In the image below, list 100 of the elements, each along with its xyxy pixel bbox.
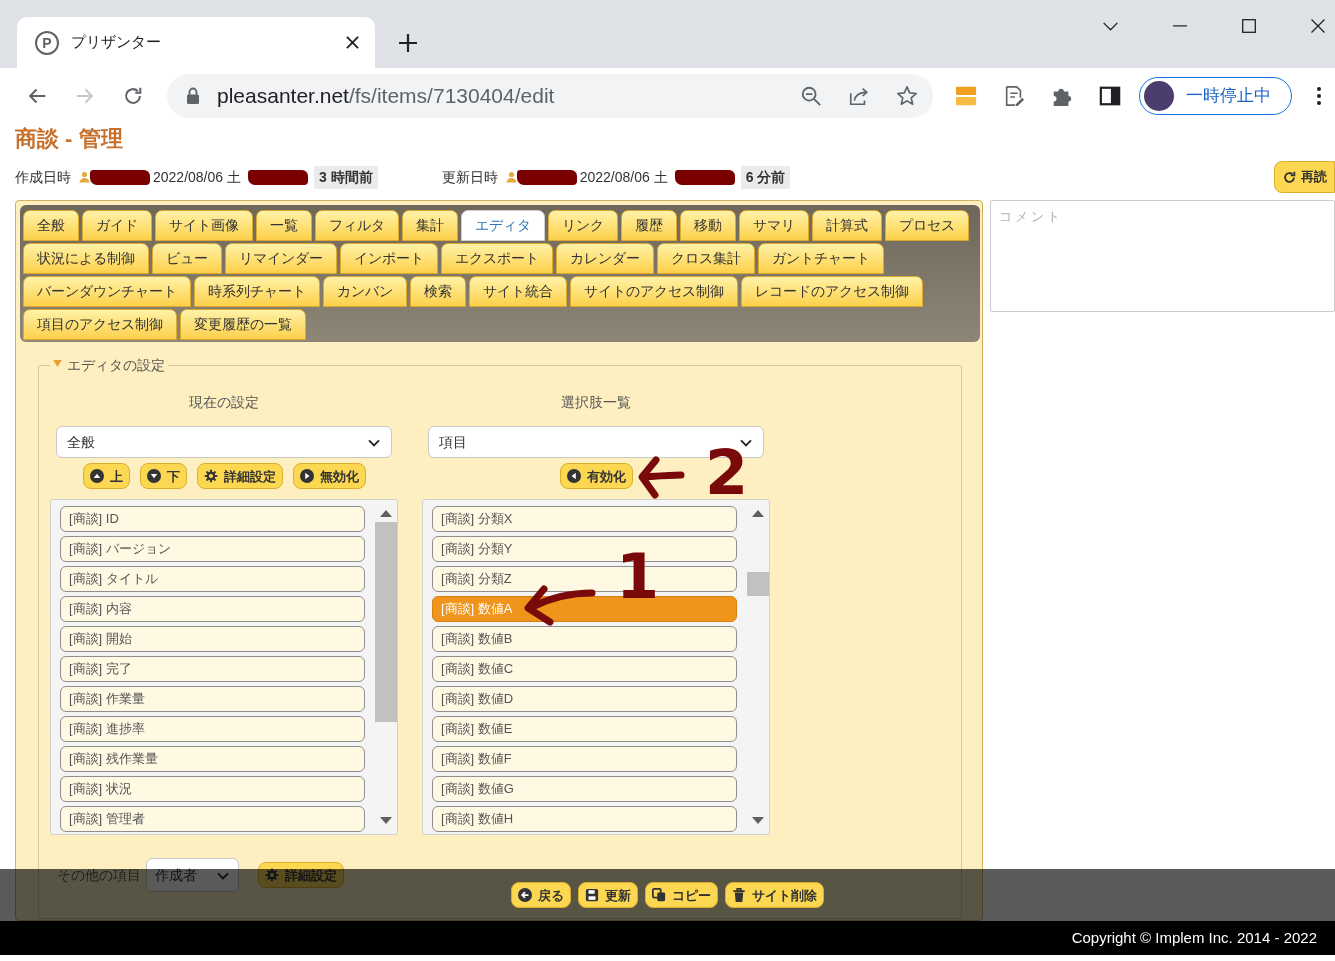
tab[interactable]: バーンダウンチャート xyxy=(23,276,191,307)
scroll-down-icon[interactable] xyxy=(752,817,764,824)
tab[interactable]: エクスポート xyxy=(441,243,553,274)
elapsed-time: 3 時間前 xyxy=(313,165,378,189)
tab[interactable]: カンバン xyxy=(323,276,407,307)
section-toggle[interactable]: エディタの設定 xyxy=(50,355,168,375)
list-item[interactable]: [商談] 数値D xyxy=(432,686,737,712)
tab[interactable]: サイト統合 xyxy=(469,276,567,307)
scroll-down-icon[interactable] xyxy=(380,817,392,824)
list-item[interactable]: [商談] 完了 xyxy=(60,656,365,682)
back-button[interactable]: 戻る xyxy=(511,882,571,908)
browser-tab[interactable]: P プリザンター xyxy=(17,17,375,68)
list-item[interactable]: [商談] 管理者 xyxy=(60,806,365,832)
tab[interactable]: 移動 xyxy=(680,210,736,241)
back-arrow-icon xyxy=(518,888,532,902)
tab[interactable]: インポート xyxy=(340,243,438,274)
list-item[interactable]: [商談] 数値B xyxy=(432,626,737,652)
lock-icon xyxy=(186,87,200,104)
copyright-text: Copyright © Implem Inc. 2014 - 2022 xyxy=(1071,927,1317,948)
scrollbar-thumb[interactable] xyxy=(747,572,769,596)
redaction-mark xyxy=(90,169,150,185)
avatar xyxy=(1144,80,1174,111)
hand-drawn-arrow xyxy=(637,454,685,500)
tab[interactable]: サマリ xyxy=(739,210,809,241)
list-item[interactable]: [商談] 内容 xyxy=(60,596,365,622)
tab[interactable]: リマインダー xyxy=(225,243,337,274)
column-heading: 現在の設定 xyxy=(188,393,260,412)
chevron-down-icon[interactable] xyxy=(1103,21,1118,31)
tab[interactable]: レコードのアクセス制御 xyxy=(741,276,923,307)
move-down-button[interactable]: 下 xyxy=(139,463,187,489)
tab[interactable]: プロセス xyxy=(885,210,969,241)
comment-field[interactable]: コメント xyxy=(990,200,1335,312)
settings-button[interactable]: 詳細設定 xyxy=(196,463,283,489)
tab[interactable]: リンク xyxy=(548,210,618,241)
person-icon xyxy=(505,171,517,183)
tab[interactable]: 計算式 xyxy=(812,210,882,241)
tab[interactable]: 履歴 xyxy=(621,210,677,241)
tab[interactable]: ガントチャート xyxy=(758,243,884,274)
tab[interactable]: サイト画像 xyxy=(155,210,253,241)
tab[interactable]: 集計 xyxy=(402,210,458,241)
side-panel-icon[interactable] xyxy=(1099,84,1121,107)
tab[interactable]: 検索 xyxy=(410,276,466,307)
tab[interactable]: 時系列チャート xyxy=(194,276,320,307)
delete-site-button[interactable]: サイト削除 xyxy=(725,882,824,908)
address-bar[interactable]: pleasanter.net/fs/items/7130404/edit xyxy=(167,73,933,118)
tab[interactable]: ガイド xyxy=(82,210,152,241)
disable-button[interactable]: 無効化 xyxy=(292,463,366,489)
tab[interactable]: ビュー xyxy=(152,243,222,274)
elapsed-time: 6 分前 xyxy=(740,165,791,189)
redaction-mark xyxy=(674,169,735,185)
copy-icon xyxy=(652,888,666,902)
maximize-icon[interactable] xyxy=(1242,19,1256,33)
move-up-button[interactable]: 上 xyxy=(82,463,130,489)
tab[interactable]: 一覧 xyxy=(256,210,312,241)
scrollbar-thumb[interactable] xyxy=(375,522,397,722)
tab[interactable]: 全般 xyxy=(23,210,79,241)
list-item[interactable]: [商談] 数値F xyxy=(432,746,737,772)
tab[interactable]: 変更履歴の一覧 xyxy=(180,309,306,340)
list-item[interactable]: [商談] 数値E xyxy=(432,716,737,742)
list-item[interactable]: [商談] タイトル xyxy=(60,566,365,592)
list-item[interactable]: [商談] 作業量 xyxy=(60,686,365,712)
list-item[interactable]: [商談] ID xyxy=(60,506,365,532)
menu-icon[interactable] xyxy=(1317,86,1321,105)
document-pencil-icon[interactable] xyxy=(1003,84,1025,107)
list-item[interactable]: [商談] 進捗率 xyxy=(60,716,365,742)
list-item[interactable]: [商談] 数値C xyxy=(432,656,737,682)
dropdown[interactable]: 全般 xyxy=(56,426,392,458)
copy-button[interactable]: コピー xyxy=(645,882,718,908)
tab[interactable]: カレンダー xyxy=(556,243,654,274)
tab[interactable]: クロス集計 xyxy=(657,243,755,274)
scroll-up-icon[interactable] xyxy=(752,510,764,517)
list-item[interactable]: [商談] 分類X xyxy=(432,506,737,532)
tab[interactable]: フィルタ xyxy=(315,210,399,241)
info-label: 更新日時 xyxy=(441,167,498,187)
reload-button[interactable]: 再読 xyxy=(1274,161,1335,193)
zoom-out-icon[interactable] xyxy=(800,84,822,107)
list-item[interactable]: [商談] 数値H xyxy=(432,806,737,832)
plus-icon[interactable] xyxy=(399,33,417,52)
star-icon[interactable] xyxy=(896,84,918,107)
tab-title: プリザンター xyxy=(71,32,162,53)
enable-button[interactable]: 有効化 xyxy=(559,463,633,489)
tab[interactable]: 状況による制御 xyxy=(23,243,149,274)
list-item[interactable]: [商談] バージョン xyxy=(60,536,365,562)
url-text: pleasanter.net/fs/items/7130404/edit xyxy=(217,82,555,109)
close-icon[interactable] xyxy=(346,36,359,49)
list-item[interactable]: [商談] 数値G xyxy=(432,776,737,802)
tab[interactable]: エディタ xyxy=(461,210,545,241)
date-text: 2022/08/06 土 xyxy=(579,167,668,187)
list-item[interactable]: [商談] 残作業量 xyxy=(60,746,365,772)
list-item[interactable]: [商談] 状況 xyxy=(60,776,365,802)
tab[interactable]: サイトのアクセス制御 xyxy=(570,276,738,307)
update-button[interactable]: 更新 xyxy=(578,882,638,908)
scroll-up-icon[interactable] xyxy=(380,510,392,517)
tab[interactable]: 項目のアクセス制御 xyxy=(23,309,177,340)
profile-button[interactable]: 一時停止中 xyxy=(1139,76,1292,115)
gear-icon xyxy=(265,868,279,882)
list-item[interactable]: [商談] 開始 xyxy=(60,626,365,652)
redaction-mark xyxy=(247,169,308,185)
date-text: 2022/08/06 土 xyxy=(153,167,241,187)
close-icon[interactable] xyxy=(1311,19,1325,33)
